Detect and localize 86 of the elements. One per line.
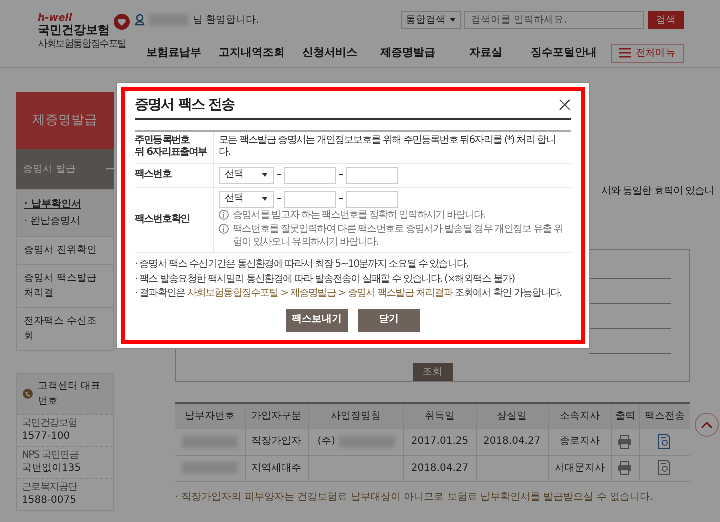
dash-icon [277, 174, 281, 176]
table-cell: (주) [318, 436, 336, 448]
close-icon [559, 99, 571, 112]
info-icon [219, 224, 229, 234]
column-header: 취득일 [404, 403, 476, 429]
nav-menu-item[interactable]: 신청서비스 [291, 44, 369, 62]
column-header: 납부자번호 [175, 403, 245, 429]
dash-icon [339, 174, 343, 176]
table-cell: 지역세대주 [245, 455, 308, 481]
form-text: 모든 팩스발급 증명서는 개인정보보호를 위해 주민등록번호 뒤6자리를 (*) 처리 합니다. [219, 134, 556, 160]
table-cell: 서대문지사 [554, 462, 605, 474]
hint-text: 증명서를 받고자 하는 팩스번호를 정확히 입력하시기 바랍니다. [233, 210, 486, 222]
sidebar-title: 제증명발급 [16, 92, 114, 149]
description-text: 서와 동일한 효력이 있습니 [601, 186, 714, 197]
menu-icon [619, 48, 631, 58]
table-cell: 종로지사 [560, 436, 600, 448]
fax-number-field[interactable] [346, 166, 398, 184]
contact-title: 고객센터 대표번호 [38, 380, 102, 409]
sidebar-subitem[interactable]: · 납부확인서 [24, 196, 106, 213]
contact-number: 1588-0075 [22, 494, 77, 507]
sidebar-item[interactable]: 전자팩스 수신조회 [16, 308, 114, 351]
fax-number-field[interactable] [284, 166, 336, 184]
search-button[interactable]: 검색 [648, 11, 684, 29]
form-label: 주민등록번호 [135, 134, 191, 147]
table-cell: 2018.04.27 [411, 462, 469, 474]
form-label: 팩스번호 [135, 169, 173, 182]
org-logo-text: 국민건강보험 [22, 418, 78, 430]
column-header: 소속지사 [548, 403, 612, 429]
logo-name: 국민건강보험 [38, 24, 110, 38]
table-cell: 2018.04.27 [483, 436, 541, 448]
contact-number: 국번없이135 [22, 462, 82, 475]
welcome-text: 님 환영합니다. [193, 14, 260, 28]
caret-icon [450, 18, 456, 22]
search-field[interactable]: 검색어를 입력하세요. [464, 11, 644, 29]
fax-document-icon[interactable] [658, 434, 672, 450]
logo-tagline: h-well [38, 14, 74, 24]
logo-subtitle: 사회보험통합징수포털 [38, 39, 126, 52]
fax-number-field[interactable] [346, 190, 398, 208]
chevron-up-icon [701, 422, 713, 428]
fax-number-field[interactable] [284, 190, 336, 208]
column-header: 팩스전송 [639, 403, 690, 429]
form-label: 뒤 6자리표출여부 [135, 147, 208, 160]
column-header: 가입자구분 [245, 403, 308, 429]
sidebar-item[interactable]: 증명서 팩스발급 처리결 [16, 265, 114, 308]
column-header: 상실일 [476, 403, 548, 429]
all-menu-button[interactable]: 전체메뉴 [611, 44, 684, 62]
printer-icon[interactable] [618, 460, 632, 475]
area-code-select[interactable]: 선택 [219, 190, 274, 208]
nav-menu-item[interactable]: 자료실 [447, 44, 525, 62]
note-text: · 증명서 팩스 수신기간은 통신환경에 따라서 최장 5~10분까지 소요될 수 있습니다. [135, 259, 470, 272]
note-text: · 팩스 발송요청한 팩시밀리 통신환경에 따라 발송전송이 실패할 수 있습니다. (×해외팩스 불가) [135, 274, 516, 286]
caret-icon [262, 173, 268, 178]
dash-icon [277, 198, 281, 200]
hint-text: 팩스번호를 잘못입력하여 다른 팩스번호로 증명서가 발송될 경우 개인정보 유출 위험이 있사오니 유의하시기 바랍니다. [233, 224, 564, 250]
org-logo-text: NPS 국민연금 [22, 450, 79, 462]
modal-button[interactable]: 팩스보내기 [286, 308, 348, 332]
form-label: 팩스번호확인 [135, 214, 191, 226]
info-icon [219, 210, 229, 220]
scroll-top-button[interactable] [695, 413, 719, 437]
dash-icon [339, 198, 343, 200]
nav-menu-item[interactable]: 고지내역조회 [213, 44, 291, 62]
modal-title: 증명서 팩스 전송 [135, 97, 235, 114]
fax-document-icon[interactable] [658, 460, 672, 476]
modal-button[interactable]: 닫기 [358, 308, 420, 332]
org-logo-text: 근로복지공단 [22, 482, 78, 494]
table-cell: 2017.01.25 [411, 436, 469, 448]
printer-icon[interactable] [618, 434, 632, 449]
nav-menu-item[interactable]: 제증명발급 [369, 44, 447, 62]
search-scope-select[interactable]: 통합검색 [401, 11, 461, 29]
area-code-select[interactable]: 선택 [219, 166, 274, 184]
column-header: 출력 [612, 403, 640, 429]
note-text: · 직장가입자의 피부양자는 건강보험료 납부대상이 아니므로 보험료 납부확인서를 발급받으실 수 없습니다. [175, 490, 654, 504]
user-icon [135, 14, 145, 26]
nav-menu-item[interactable]: 보험료납부 [135, 44, 213, 62]
close-button[interactable] [559, 99, 571, 112]
column-header: 사업장명칭 [308, 403, 404, 429]
sidebar-item[interactable]: 증명서 진위확인 [16, 237, 114, 265]
table-cell: 직장가입자 [245, 429, 308, 455]
contact-number: 1577-100 [22, 430, 70, 443]
note-text: · 결과확인은 사회보험통합징수포털 > 제증명발급 > 증명서 팩스발급 처리결과 조회에서 확인 가능합니다. [135, 288, 563, 301]
phone-icon [23, 389, 33, 399]
heart-logo-icon [114, 14, 130, 30]
nav-menu-item[interactable]: 징수포털안내 [525, 44, 603, 62]
sidebar-subitem[interactable]: · 완납증명서 [24, 213, 106, 230]
search-submit-button[interactable]: 조회 [412, 363, 452, 381]
caret-icon [262, 197, 268, 202]
